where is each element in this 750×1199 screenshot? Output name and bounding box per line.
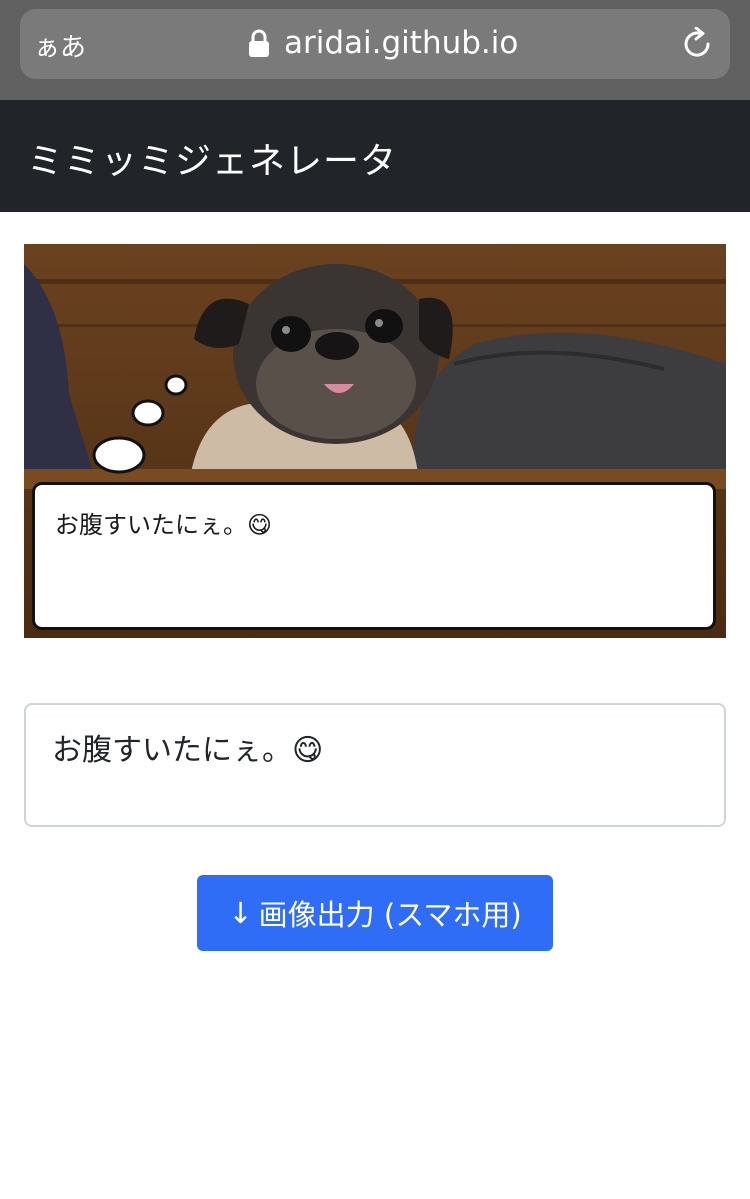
address-bar[interactable]: ぁあ aridai.github.io (20, 9, 730, 79)
text-size-button[interactable]: ぁあ (34, 27, 86, 64)
message-textarea[interactable]: お腹すいたにぇ。😋 (24, 703, 726, 827)
navbar: ミミッミジェネレータ (0, 100, 750, 212)
export-label: 画像出力 (スマホ用) (258, 898, 522, 932)
export-image-button[interactable]: ↓ 画像出力 (スマホ用) (197, 875, 553, 951)
url-text: aridai.github.io (284, 25, 519, 61)
speech-bubble: お腹すいたにぇ。😋 (32, 482, 716, 630)
page-title[interactable]: ミミッミジェネレータ (27, 132, 397, 184)
speech-text: お腹すいたにぇ。😋 (55, 511, 273, 539)
url-display[interactable]: aridai.github.io (248, 23, 518, 63)
browser-toolbar: ぁあ aridai.github.io (0, 0, 750, 100)
reload-icon[interactable] (680, 27, 714, 61)
message-value: お腹すいたにぇ。😋 (52, 733, 324, 768)
down-arrow-icon: ↓ (228, 896, 253, 930)
lock-icon (249, 29, 269, 57)
preview-image: お腹すいたにぇ。😋 (24, 244, 726, 638)
